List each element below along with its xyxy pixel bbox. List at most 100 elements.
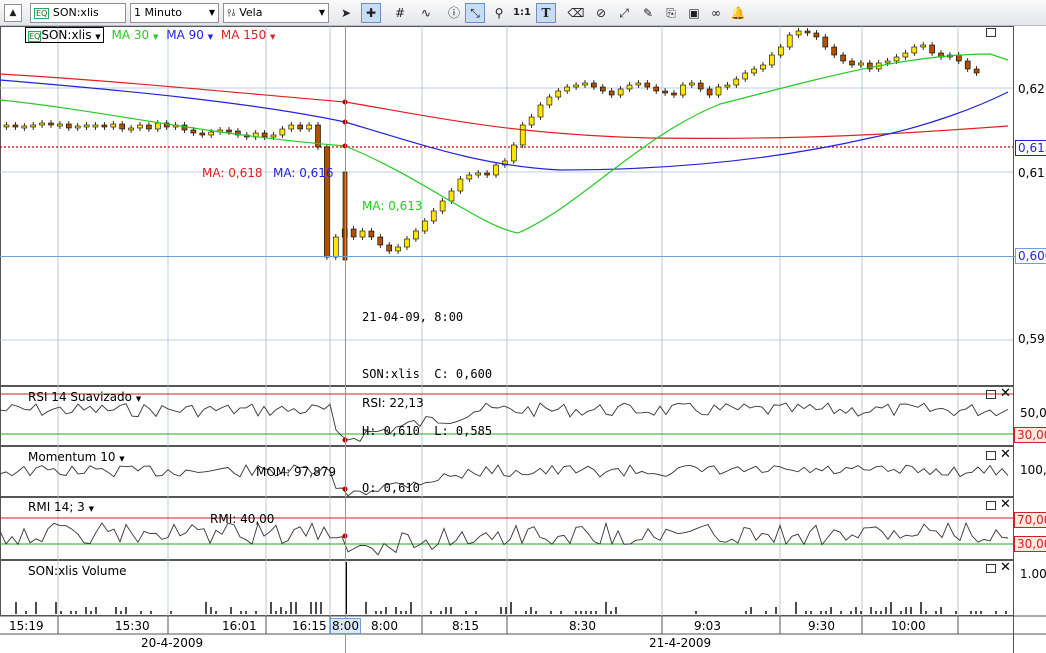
candle-body bbox=[858, 62, 864, 66]
indicators-icon[interactable]: ∿ bbox=[416, 3, 436, 23]
legend-ma90[interactable]: MA 90 ▼ bbox=[166, 28, 213, 42]
candle-body bbox=[751, 68, 757, 74]
save-chart-icon[interactable]: ⎘ bbox=[661, 3, 681, 23]
rmi-value-label: RMI: 40,00 bbox=[210, 512, 275, 526]
rsi-title: RSI 14 Suavizado bbox=[28, 390, 133, 404]
eraser-icon[interactable]: ⌫ bbox=[566, 3, 586, 23]
rmi-panel-title[interactable]: RMI 14; 3 ▼ bbox=[28, 500, 94, 514]
candle-body bbox=[769, 54, 775, 66]
zoom-icon[interactable]: ⚲ bbox=[489, 3, 509, 23]
chevron-down-icon: ▼ bbox=[135, 395, 142, 403]
chevron-down-icon: ▼ bbox=[153, 33, 159, 41]
maximize-icon[interactable] bbox=[986, 564, 996, 573]
trendline-icon[interactable]: ⤢ bbox=[614, 3, 634, 23]
candle-body bbox=[884, 60, 891, 64]
candle-body bbox=[475, 172, 482, 176]
candle-body bbox=[582, 82, 588, 86]
candle-body bbox=[840, 54, 846, 62]
interval-select[interactable]: 1 Minuto ▼ bbox=[130, 3, 219, 23]
cursor-time-badge: 8:00 bbox=[330, 618, 361, 634]
image-icon[interactable]: ▣ bbox=[684, 3, 704, 23]
candle-body bbox=[564, 86, 571, 92]
candle-body bbox=[83, 124, 90, 128]
candle-body bbox=[137, 124, 143, 129]
candle-body bbox=[199, 132, 206, 136]
maximize-icon[interactable] bbox=[986, 501, 996, 510]
text-tool-icon[interactable]: T bbox=[536, 3, 556, 23]
candle-body bbox=[395, 246, 401, 252]
candle-body bbox=[537, 104, 544, 118]
ma150-value-label: MA: 0,618 bbox=[202, 166, 263, 180]
candle-body bbox=[777, 46, 784, 56]
info-icon[interactable]: ⓘ bbox=[444, 3, 464, 23]
tooltip-low: L: 0,585 bbox=[434, 424, 493, 438]
candle-body bbox=[831, 46, 838, 56]
rsi-panel-title[interactable]: RSI 14 Suavizado ▼ bbox=[28, 390, 141, 404]
maximize-icon[interactable] bbox=[986, 451, 996, 460]
collapse-icon[interactable]: ▲ bbox=[4, 4, 22, 22]
candle-body bbox=[680, 84, 686, 96]
rmi-lower-band: 30,00 bbox=[1014, 536, 1046, 552]
candle-body bbox=[528, 116, 535, 126]
candle-body bbox=[973, 68, 980, 74]
candle-body bbox=[742, 72, 749, 80]
candle-body bbox=[57, 123, 63, 127]
one-to-one-icon[interactable]: 1:1 bbox=[512, 3, 532, 23]
chevron-down-icon: ▼ bbox=[95, 33, 101, 41]
ma30-line bbox=[0, 53, 1009, 234]
cursor-icon[interactable]: ➤ bbox=[336, 3, 356, 23]
chevron-down-icon: ▼ bbox=[119, 455, 125, 463]
chart-canvas[interactable] bbox=[0, 26, 1046, 653]
candle-body bbox=[671, 92, 677, 96]
momentum-line bbox=[0, 464, 1009, 497]
chart-area[interactable]: EQSON:xlis ▼ MA 30 ▼ MA 90 ▼ MA 150 ▼ MA… bbox=[0, 26, 1046, 653]
chevron-down-icon: ▼ bbox=[88, 505, 95, 513]
candle-body bbox=[350, 228, 357, 238]
symbol-legend[interactable]: EQSON:xlis ▼ bbox=[25, 27, 104, 43]
symbol-field[interactable]: EQ SON:xlis bbox=[30, 3, 126, 23]
candle-body bbox=[377, 236, 384, 246]
candle-body bbox=[653, 86, 660, 92]
candle-body bbox=[635, 82, 642, 86]
erase-all-icon[interactable]: ⊘ bbox=[591, 3, 611, 23]
candle-body bbox=[484, 172, 490, 176]
rsi-axis-tick: 50,0 bbox=[1020, 406, 1046, 420]
maximize-icon[interactable] bbox=[986, 390, 996, 399]
chevron-down-icon: ▼ bbox=[208, 8, 215, 17]
candle-body bbox=[413, 230, 419, 240]
candle-body bbox=[706, 88, 713, 96]
candle-body bbox=[599, 86, 606, 92]
candle-body bbox=[368, 230, 375, 238]
candle-body bbox=[386, 244, 393, 252]
candle-body bbox=[964, 60, 971, 70]
drawing-tools-icon[interactable]: ✎ bbox=[638, 3, 658, 23]
interval-value: 1 Minuto bbox=[134, 6, 183, 19]
tooltip-open: O: 0,610 bbox=[362, 481, 420, 495]
maximize-icon[interactable] bbox=[986, 28, 996, 37]
close-icon[interactable]: ✕ bbox=[1000, 447, 1011, 462]
crosshair-icon[interactable]: ✚ bbox=[361, 3, 381, 23]
link-icon[interactable]: ∞ bbox=[706, 3, 726, 23]
alarm-icon[interactable]: 🔔 bbox=[728, 3, 748, 23]
candle-body bbox=[546, 96, 553, 106]
ma30-value-label: MA: 0,613 bbox=[362, 199, 423, 213]
price-tick: 0,61 bbox=[1018, 166, 1045, 180]
zoom-rect-icon[interactable]: ⤡ bbox=[465, 3, 485, 23]
tooltip-close: C: 0,600 bbox=[434, 367, 493, 381]
chart-type-select[interactable]: ⫯⫰ Vela ▼ bbox=[223, 3, 329, 23]
rsi-axis-band: 30,00 bbox=[1014, 427, 1046, 443]
close-icon[interactable]: ✕ bbox=[1000, 560, 1011, 575]
legend-ma30[interactable]: MA 30 ▼ bbox=[112, 28, 159, 42]
close-icon[interactable]: ✕ bbox=[1000, 497, 1011, 512]
momentum-panel-title[interactable]: Momentum 10 ▼ bbox=[28, 450, 125, 464]
close-icon[interactable]: ✕ bbox=[1000, 386, 1011, 401]
momentum-title: Momentum 10 bbox=[28, 450, 116, 464]
candle-body bbox=[155, 122, 161, 130]
candle-body bbox=[688, 82, 695, 86]
candle-body bbox=[359, 230, 366, 238]
candle-body bbox=[324, 146, 330, 258]
tooltip-symbol: SON:xlis bbox=[362, 367, 420, 381]
grid-icon[interactable]: # bbox=[390, 3, 410, 23]
candle-body bbox=[12, 124, 19, 128]
legend-ma150[interactable]: MA 150 ▼ bbox=[221, 28, 276, 42]
